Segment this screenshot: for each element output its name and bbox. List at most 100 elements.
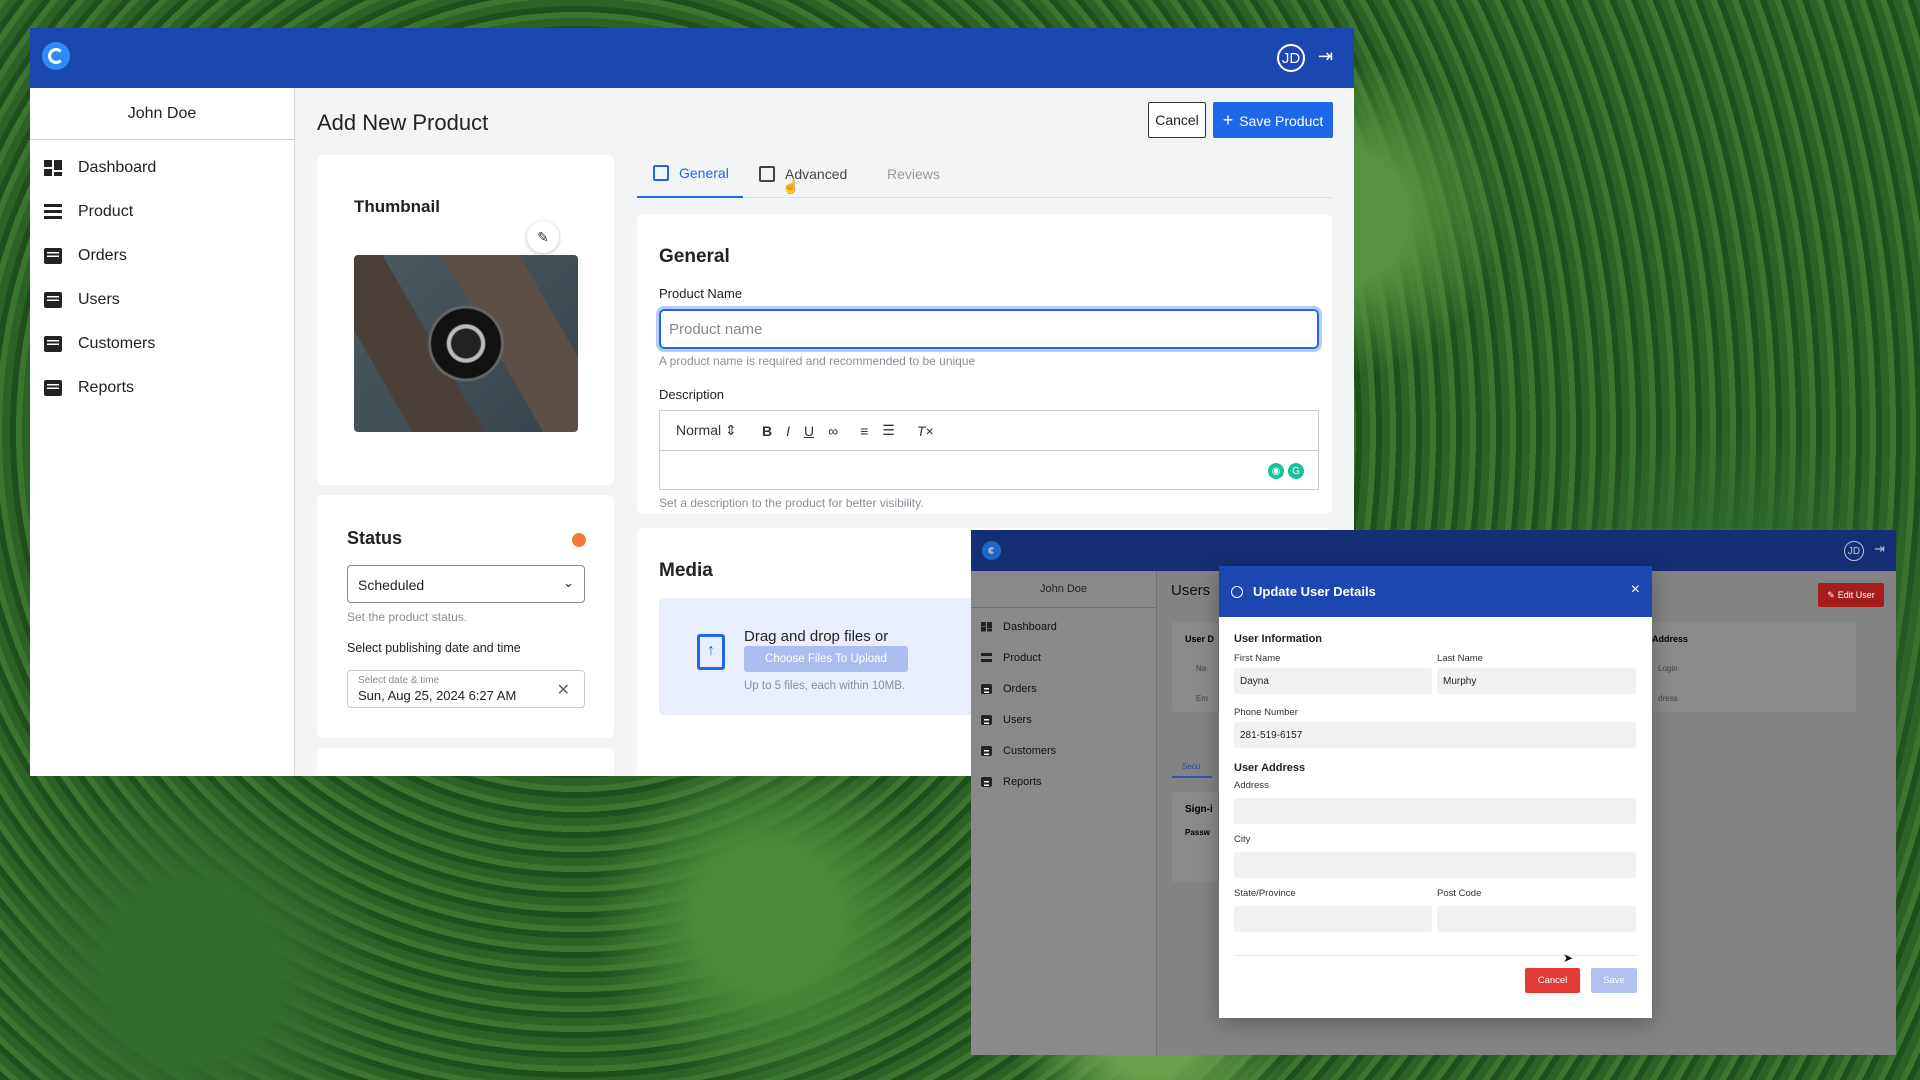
product-tabs: General Advanced Reviews — [637, 150, 1332, 198]
update-user-modal: Update User Details × User Information F… — [1219, 566, 1652, 1018]
tab-general[interactable]: General — [637, 150, 743, 198]
link-icon[interactable]: ∞ — [828, 423, 838, 439]
user-information-heading: User Information — [1234, 633, 1323, 645]
clear-icon[interactable]: ✕ — [557, 680, 570, 700]
sidebar-item-product[interactable]: Product — [30, 190, 294, 234]
bullet-list-icon[interactable]: ☰ — [882, 422, 895, 439]
sidebar-item-customers[interactable]: Customers — [971, 735, 1156, 766]
sidebar-item-reports[interactable]: Reports — [971, 766, 1156, 797]
save-product-label: Save Product — [1239, 112, 1324, 129]
layout-icon — [759, 166, 775, 182]
sidebar-item-reports[interactable]: Reports — [30, 366, 294, 410]
last-name-field[interactable] — [1437, 668, 1636, 694]
sidebar-item-orders[interactable]: Orders — [30, 234, 294, 278]
status-indicator-dot — [572, 533, 586, 547]
cancel-button[interactable]: Cancel — [1148, 102, 1206, 138]
sidebar-item-orders[interactable]: Orders — [971, 673, 1156, 704]
product-name-help: A product name is required and recommend… — [659, 354, 976, 368]
clear-format-icon[interactable]: T× — [917, 423, 934, 439]
choose-files-button[interactable]: Choose Files To Upload — [744, 646, 908, 672]
general-card: General Product Name A product name is r… — [637, 214, 1332, 514]
sidebar-item-dashboard[interactable]: Dashboard — [30, 146, 294, 190]
users-page-title: Users — [1171, 582, 1211, 599]
document-icon — [44, 380, 62, 396]
dropzone-text: Drag and drop files or — [744, 628, 889, 645]
modal-title: Update User Details — [1253, 584, 1376, 599]
thumbnail-card: Thumbnail ✎ — [317, 155, 614, 485]
app-logo[interactable] — [982, 541, 1001, 560]
list-icon — [981, 652, 992, 663]
hand-cursor-icon: ☝ — [782, 178, 800, 194]
status-help: Set the product status. — [347, 610, 468, 624]
date-time-picker[interactable]: Select date & time Sun, Aug 25, 2024 6:2… — [347, 670, 585, 708]
top-bar: JD ⇥ — [971, 530, 1896, 571]
address-heading-fragment: Address — [1652, 634, 1689, 644]
grammar-extension[interactable]: ◉ G — [1268, 463, 1304, 479]
status-selected-value: Scheduled — [358, 577, 425, 593]
sidebar-item-users[interactable]: Users — [971, 704, 1156, 735]
product-thumbnail-image[interactable] — [354, 255, 578, 432]
logout-icon[interactable]: ⇥ — [1318, 46, 1333, 67]
sidebar-item-label: Product — [1003, 651, 1041, 664]
status-select[interactable]: Scheduled ⌄ — [347, 565, 585, 603]
edit-user-label: Edit User — [1837, 590, 1875, 600]
address-field[interactable] — [1234, 798, 1636, 824]
first-name-field[interactable] — [1234, 668, 1432, 694]
bold-icon[interactable]: B — [762, 423, 772, 439]
phone-label: Phone Number — [1234, 707, 1298, 718]
pencil-icon[interactable]: ✎ — [527, 221, 559, 253]
format-select[interactable]: Normal ⇕ — [676, 422, 748, 439]
extra-card — [317, 748, 614, 776]
product-name-input[interactable] — [656, 306, 1322, 352]
modal-cancel-button[interactable]: Cancel — [1525, 968, 1580, 993]
user-edit-icon: ✎ — [1827, 589, 1835, 600]
underline-icon[interactable]: U — [804, 423, 814, 439]
last-name-label: Last Name — [1437, 653, 1483, 664]
upload-file-icon: ↑ — [697, 634, 725, 670]
city-label: City — [1234, 834, 1251, 845]
sidebar-item-label: Dashboard — [1003, 620, 1057, 633]
save-product-button[interactable]: + Save Product — [1213, 102, 1333, 138]
post-code-field[interactable] — [1437, 906, 1636, 932]
document-icon — [44, 248, 62, 264]
tab-label: Reviews — [887, 166, 940, 182]
user-icon — [1231, 585, 1243, 598]
date-picker-label: Select date & time — [358, 675, 440, 686]
sidebar-item-label: Customers — [78, 335, 156, 352]
state-field[interactable] — [1234, 906, 1432, 932]
tab-label: General — [679, 165, 729, 181]
logout-icon[interactable]: ⇥ — [1874, 541, 1885, 557]
close-icon[interactable]: × — [1631, 581, 1640, 599]
modal-header: Update User Details × — [1219, 566, 1652, 617]
sidebar-item-label: Orders — [1003, 682, 1037, 695]
sidebar: John Doe Dashboard Product Orders Users … — [30, 88, 295, 776]
tab-reviews[interactable]: Reviews — [887, 150, 967, 198]
avatar[interactable]: JD — [1844, 541, 1864, 561]
tab-security[interactable]: Secu — [1172, 758, 1212, 778]
document-icon — [981, 776, 992, 788]
modal-save-button[interactable]: Save — [1591, 968, 1637, 993]
sidebar-user-name: John Doe — [971, 571, 1156, 608]
sidebar-item-dashboard[interactable]: Dashboard — [971, 611, 1156, 642]
format-select-value: Normal — [676, 422, 722, 438]
description-editor[interactable]: Normal ⇕ B I U ∞ ≡ ☰ T× ◉ G — [659, 410, 1319, 490]
avatar[interactable]: JD — [1277, 44, 1305, 72]
status-card: Status Scheduled ⌄ Set the product status… — [317, 495, 614, 738]
city-field[interactable] — [1234, 852, 1636, 878]
edit-user-button[interactable]: ✎ Edit User — [1818, 583, 1884, 607]
modal-divider — [1234, 955, 1637, 956]
address-label: Address — [1234, 780, 1269, 791]
sidebar-item-users[interactable]: Users — [30, 278, 294, 322]
user-address-heading: User Address — [1234, 762, 1306, 774]
address-card: Address Login dress — [1652, 622, 1856, 712]
phone-field[interactable] — [1234, 722, 1636, 748]
app-logo[interactable] — [42, 42, 70, 70]
first-name-label: First Name — [1234, 653, 1281, 664]
sidebar-item-customers[interactable]: Customers — [30, 322, 294, 366]
ordered-list-icon[interactable]: ≡ — [860, 423, 868, 439]
tab-label: Secu — [1182, 762, 1201, 771]
document-icon — [44, 292, 62, 308]
sidebar-item-product[interactable]: Product — [971, 642, 1156, 673]
state-label: State/Province — [1234, 888, 1296, 899]
italic-icon[interactable]: I — [786, 423, 790, 439]
